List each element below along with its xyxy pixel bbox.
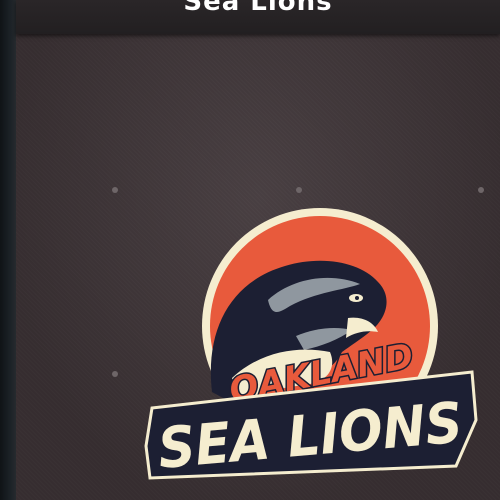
title-bar: Sea Lions xyxy=(16,0,500,34)
team-logo: OAKLAND SEA LIONS xyxy=(144,208,478,483)
page-title: Sea Lions xyxy=(183,0,333,17)
